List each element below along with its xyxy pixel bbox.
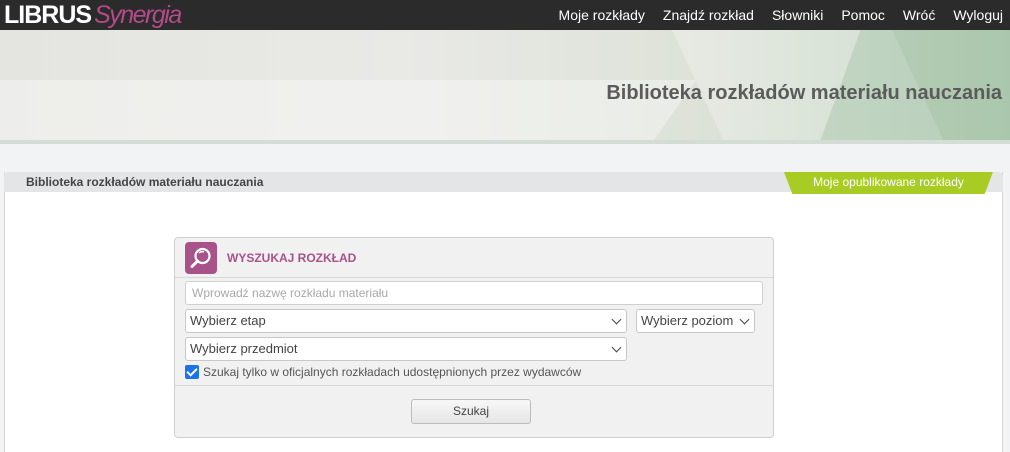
etap-select[interactable]: Wybierz etap	[185, 309, 627, 333]
etap-select-value: Wybierz etap	[190, 313, 266, 328]
search-box-title: WYSZUKAJ ROZKŁAD	[227, 251, 357, 265]
poziom-select-value: Wybierz poziom	[641, 313, 734, 328]
logo-text-synergia: Synergia	[94, 1, 182, 29]
nav-wroc[interactable]: Wróć	[903, 7, 935, 23]
nav-slowniki[interactable]: Słowniki	[772, 7, 823, 23]
search-box: WYSZUKAJ ROZKŁAD Wybierz etap Wybierz po…	[174, 237, 774, 438]
banner-strip	[0, 140, 1010, 144]
przedmiot-select-value: Wybierz przedmiot	[190, 341, 298, 356]
page-title: Biblioteka rozkładów materiału nauczania	[606, 82, 1002, 104]
magnifier-icon	[185, 242, 217, 274]
przedmiot-select[interactable]: Wybierz przedmiot	[185, 337, 627, 361]
nav-moje-rozklady[interactable]: Moje rozkłady	[559, 7, 645, 23]
chevron-down-icon	[739, 314, 750, 325]
nav-wyloguj[interactable]: Wyloguj	[953, 7, 1003, 23]
panel-title: Biblioteka rozkładów materiału nauczania	[26, 175, 264, 189]
tab-moje-opublikowane-rozklady[interactable]: Moje opublikowane rozkłady	[784, 172, 993, 194]
poziom-select[interactable]: Wybierz poziom	[636, 309, 755, 333]
banner-decoration	[0, 80, 697, 143]
nav-znajdz-rozklad[interactable]: Znajdź rozkład	[663, 7, 754, 23]
official-only-row: Szukaj tylko w oficjalnych rozkładach ud…	[185, 364, 581, 380]
schedule-name-input[interactable]	[185, 281, 763, 305]
chevron-down-icon	[611, 342, 622, 353]
nav-pomoc[interactable]: Pomoc	[841, 7, 885, 23]
librus-logo[interactable]: LIBRUS Synergia	[4, 0, 182, 30]
search-button[interactable]: Szukaj	[411, 399, 531, 424]
logo-text-librus: LIBRUS	[4, 1, 92, 29]
chevron-down-icon	[611, 314, 622, 325]
top-navbar: LIBRUS Synergia Moje rozkłady Znajdź roz…	[0, 0, 1010, 30]
official-only-label[interactable]: Szukaj tylko w oficjalnych rozkładach ud…	[203, 365, 581, 379]
search-box-header: WYSZUKAJ ROZKŁAD	[175, 238, 773, 278]
divider	[175, 385, 773, 386]
main-nav: Moje rozkłady Znajdź rozkład Słowniki Po…	[541, 0, 1003, 30]
official-only-checkbox[interactable]	[185, 365, 199, 379]
